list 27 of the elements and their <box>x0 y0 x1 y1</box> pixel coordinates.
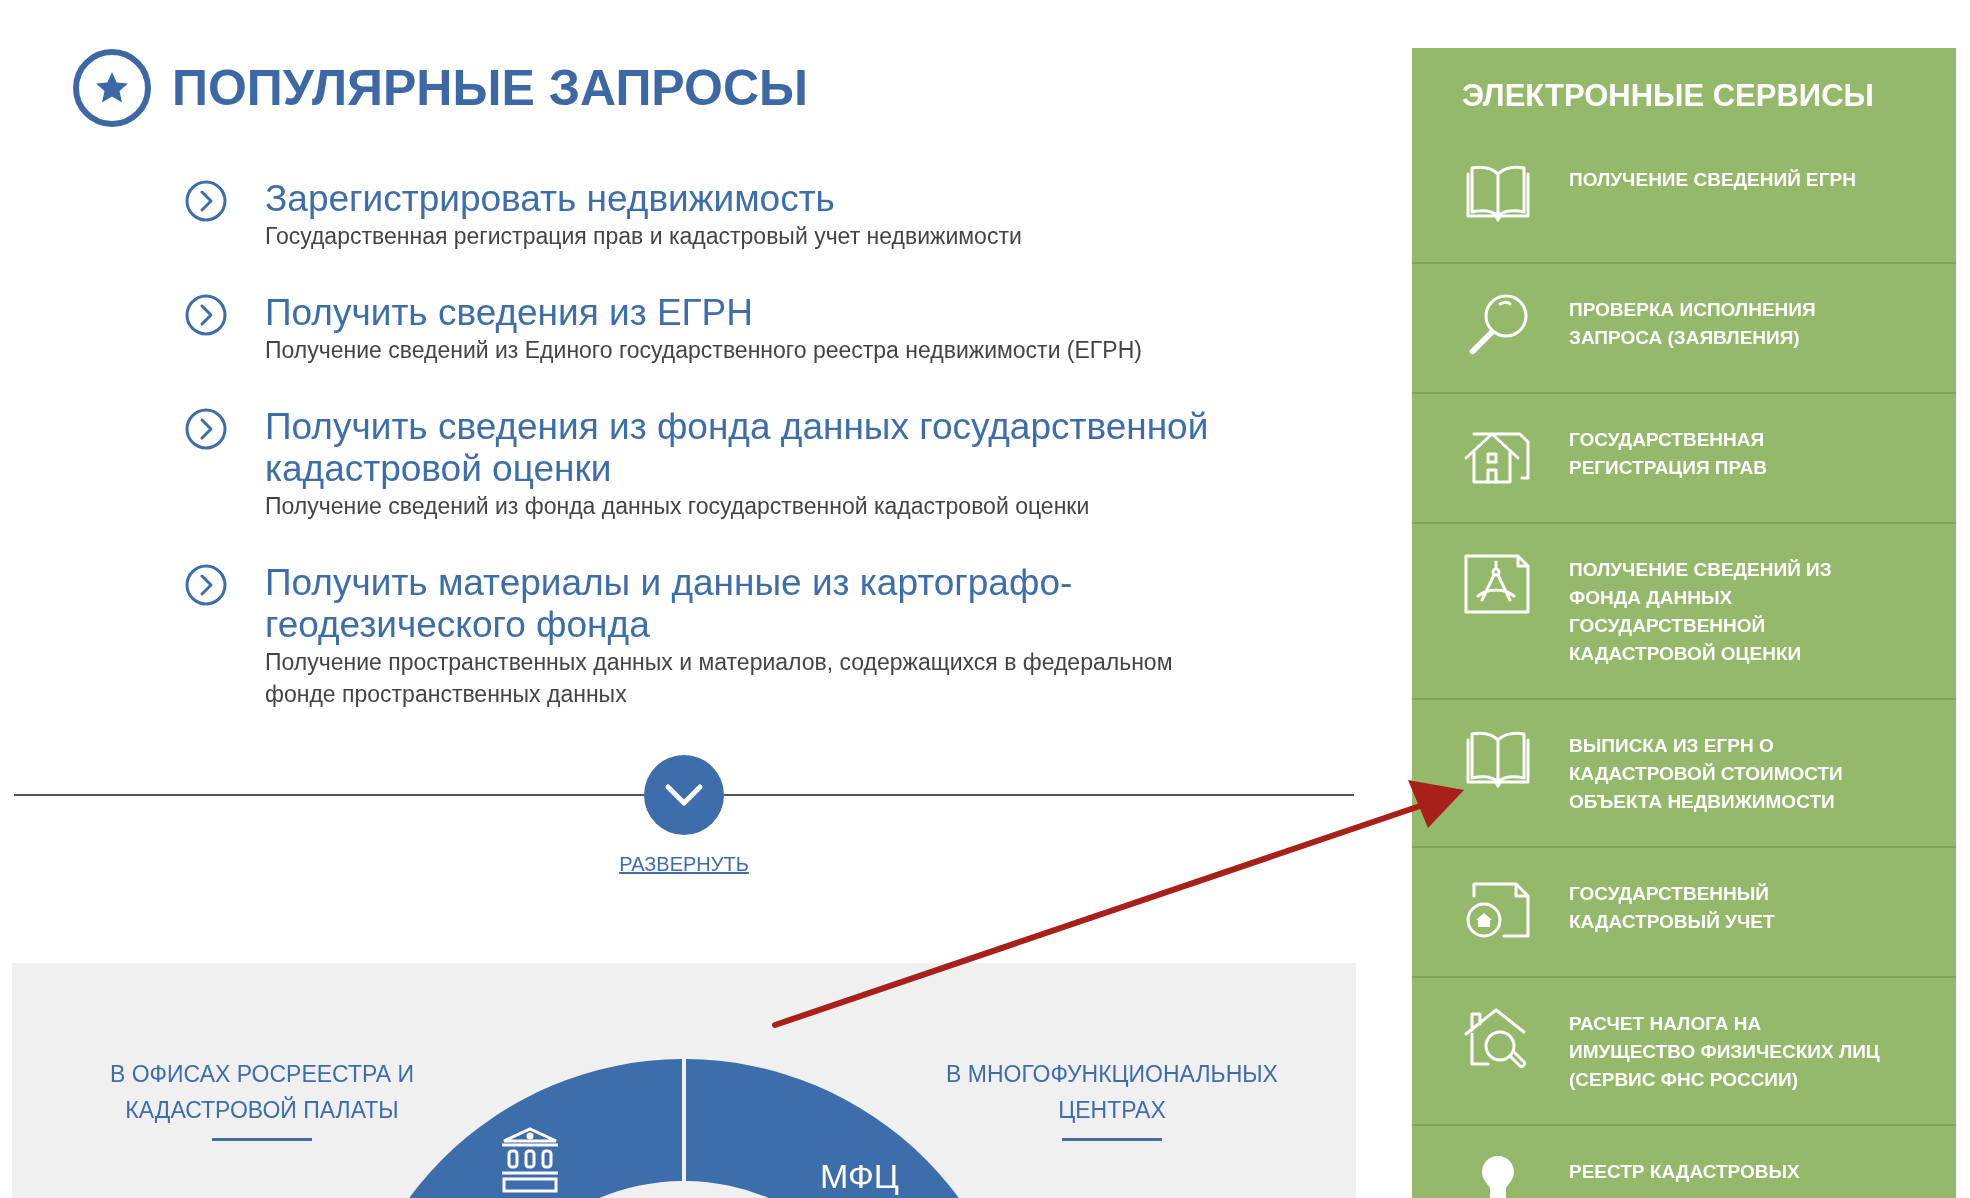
chevron-right-icon[interactable] <box>185 294 227 336</box>
request-description: Получение сведений из Единого государственного реестра недвижимости (ЕГРН) <box>265 336 1142 365</box>
section-title: ПОПУЛЯРНЫЕ ЗАПРОСЫ <box>172 63 808 113</box>
request-link[interactable]: Зарегистрировать недвижимость <box>265 178 1022 220</box>
panel-title: ЭЛЕКТРОННЫЕ СЕРВИСЫ <box>1461 77 1875 115</box>
service-item[interactable]: ПОЛУЧЕНИЕ СВЕДЕНИЙ ЕГРН <box>1412 134 1956 264</box>
chevron-down-icon <box>664 783 704 807</box>
chevron-right-icon[interactable] <box>185 564 227 606</box>
request-description: Получение пространственных данных и материалов, содержащихся в федеральном фонде пространственных данных <box>265 648 1173 709</box>
service-item[interactable]: ПОЛУЧЕНИЕ СВЕДЕНИЙ ИЗ ФОНДА ДАННЫХ ГОСУДАРСТВЕННОЙ КАДАСТРОВОЙ ОЦЕНКИ <box>1412 524 1956 700</box>
service-item[interactable]: РЕЕСТР КАДАСТРОВЫХ <box>1412 1126 1956 1198</box>
service-item[interactable]: ГОСУДАРСТВЕННАЯ РЕГИСТРАЦИЯ ПРАВ <box>1412 394 1956 524</box>
segment-label: МФЦ <box>820 1159 899 1193</box>
service-item[interactable]: РАСЧЕТ НАЛОГА НА ИМУЩЕСТВО ФИЗИЧЕСКИХ ЛИЦ (СЕРВИС ФНС РОССИИ) <box>1412 978 1956 1126</box>
request-link[interactable]: Получить сведения из ЕГРН <box>265 292 1142 334</box>
request-description: Государственная регистрация прав и кадастровый учет недвижимости <box>265 222 1022 251</box>
request-link[interactable]: Получить сведения из фонда данных государственной кадастровой оценки <box>265 406 1209 490</box>
chevron-right-icon[interactable] <box>185 408 227 450</box>
expand-link[interactable]: РАЗВЕРНУТЬ <box>619 849 749 879</box>
request-description: Получение сведений из фонда данных государственной кадастровой оценки <box>265 492 1091 521</box>
bank-icon <box>502 1127 558 1193</box>
service-item[interactable]: ГОСУДАРСТВЕННЫЙ КАДАСТРОВЫЙ УЧЕТ <box>1412 848 1956 978</box>
channel-caption: В ОФИСАХ РОСРЕЕСТРА И КАДАСТРОВОЙ ПАЛАТЫ <box>109 1060 415 1125</box>
channel-caption: В МНОГОФУНКЦИОНАЛЬНЫХ ЦЕНТРАХ <box>946 1060 1278 1125</box>
service-item[interactable]: ПРОВЕРКА ИСПОЛНЕНИЯ ЗАПРОСА (ЗАЯВЛЕНИЯ) <box>1412 264 1956 394</box>
request-link[interactable]: Получить материалы и данные из картографо- геодезического фонда <box>265 562 1173 646</box>
chevron-right-icon[interactable] <box>185 180 227 222</box>
